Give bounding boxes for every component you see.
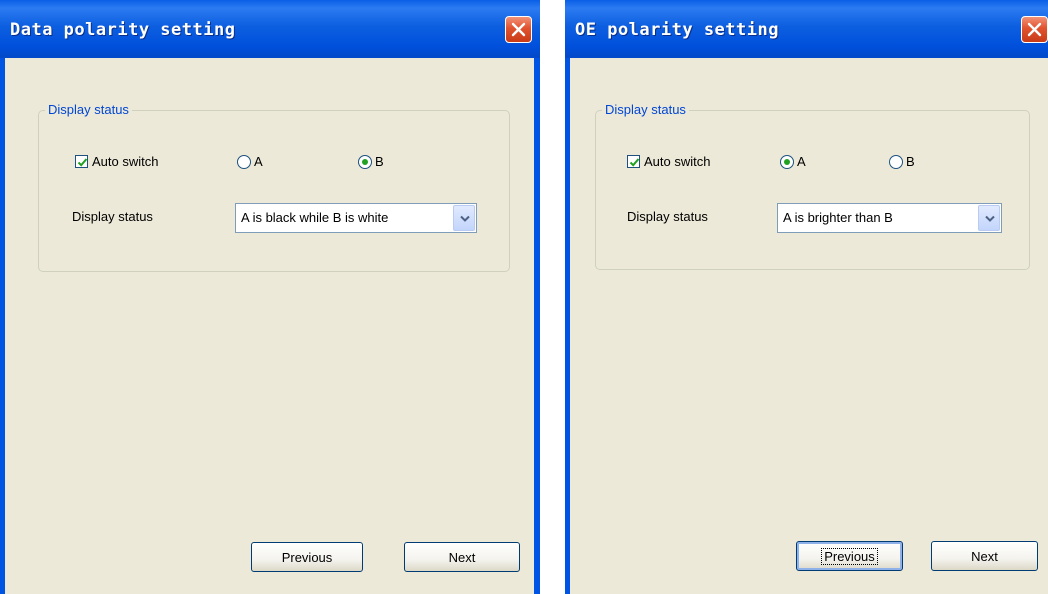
radio-b-label: B xyxy=(906,154,915,169)
previous-button-label: Previous xyxy=(821,547,878,565)
display-status-label: Display status xyxy=(72,209,153,224)
chevron-down-icon xyxy=(985,215,995,222)
group-title: Display status xyxy=(45,102,132,118)
next-button[interactable]: Next xyxy=(931,541,1038,571)
close-button[interactable] xyxy=(1021,16,1048,43)
close-button[interactable] xyxy=(505,16,532,43)
chevron-down-icon xyxy=(460,215,470,222)
radio-a-circle[interactable] xyxy=(237,154,251,169)
radio-a[interactable]: A xyxy=(780,154,806,169)
display-status-group: Display status Auto switch A B Display s… xyxy=(595,102,1030,270)
dialog-title: OE polarity setting xyxy=(575,20,779,40)
auto-switch-label: Auto switch xyxy=(92,154,159,169)
radio-b[interactable]: B xyxy=(358,154,384,169)
close-icon xyxy=(511,22,526,37)
dropdown-arrow-button[interactable] xyxy=(453,205,475,231)
checkbox-box[interactable] xyxy=(75,155,88,168)
auto-switch-checkbox[interactable]: Auto switch xyxy=(75,154,158,169)
dropdown-arrow-button[interactable] xyxy=(978,205,1000,231)
radio-a-label: A xyxy=(797,154,806,169)
radio-a-circle[interactable] xyxy=(780,154,794,169)
checkmark-icon xyxy=(77,158,88,167)
radio-a[interactable]: A xyxy=(237,154,263,169)
radio-b-circle[interactable] xyxy=(889,154,903,169)
data-polarity-dialog: Data polarity setting Display status Aut… xyxy=(0,0,540,594)
radio-b[interactable]: B xyxy=(889,154,915,169)
display-status-dropdown[interactable]: A is brighter than B xyxy=(777,203,1002,233)
display-status-dropdown[interactable]: A is black while B is white xyxy=(235,203,477,233)
checkbox-box[interactable] xyxy=(627,155,640,168)
display-status-group: Display status Auto switch A B Display s… xyxy=(38,102,510,272)
dropdown-value: A is brighter than B xyxy=(783,210,893,225)
previous-button-label: Previous xyxy=(281,549,333,565)
checkmark-icon xyxy=(629,158,640,167)
display-status-label: Display status xyxy=(627,209,708,224)
previous-button[interactable]: Previous xyxy=(796,541,903,571)
next-button-label: Next xyxy=(971,548,998,564)
title-bar[interactable]: OE polarity setting xyxy=(565,0,1048,58)
radio-a-label: A xyxy=(254,154,263,169)
title-bar[interactable]: Data polarity setting xyxy=(0,0,540,58)
dialog-body: Display status Auto switch A B Display s… xyxy=(570,58,1048,594)
dialog-body: Display status Auto switch A B Display s… xyxy=(5,58,534,594)
dialog-title: Data polarity setting xyxy=(10,20,236,40)
radio-b-label: B xyxy=(375,154,384,169)
dropdown-value: A is black while B is white xyxy=(241,210,389,225)
auto-switch-checkbox[interactable]: Auto switch xyxy=(627,154,710,169)
previous-button[interactable]: Previous xyxy=(251,542,363,572)
oe-polarity-dialog: OE polarity setting Display status Auto … xyxy=(565,0,1048,594)
next-button[interactable]: Next xyxy=(404,542,520,572)
close-icon xyxy=(1027,22,1042,37)
radio-b-circle[interactable] xyxy=(358,154,372,169)
auto-switch-label: Auto switch xyxy=(644,154,711,169)
group-title: Display status xyxy=(602,102,689,118)
next-button-label: Next xyxy=(448,549,476,565)
